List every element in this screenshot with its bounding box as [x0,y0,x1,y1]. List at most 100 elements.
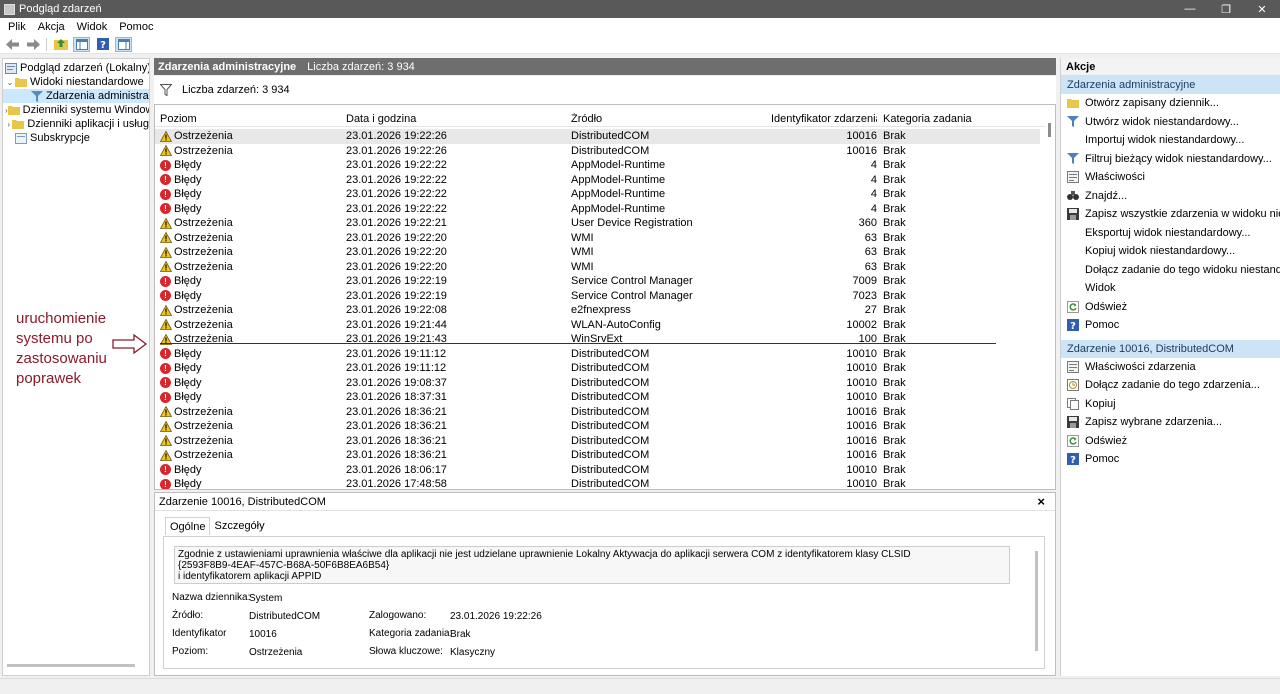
action-item[interactable]: ? Pomoc [1061,450,1280,469]
table-row[interactable]: ! Błędy 23.01.2026 19:22:22 AppModel-Runtim… [155,187,1040,202]
action-item[interactable]: Zapisz wszystkie zdarzenia w widoku nies… [1061,205,1280,224]
menu-akcja[interactable]: Akcja [38,21,65,33]
show-hide-action-pane-icon[interactable] [115,36,132,52]
tree-horizontal-scrollbar[interactable] [7,664,135,667]
warning-icon [160,420,172,432]
cell-source: DistributedCOM [571,449,650,462]
table-row[interactable]: Ostrzeżenia 23.01.2026 19:22:20 WMI 63 Brak [155,260,1040,275]
table-row[interactable]: ! Błędy 23.01.2026 19:22:19 Service Control… [155,274,1040,289]
action-item[interactable]: ? Pomoc [1061,316,1280,335]
table-row[interactable]: Ostrzeżenia 23.01.2026 19:21:44 WLAN-AutoC… [155,318,1040,333]
table-row[interactable]: Ostrzeżenia 23.01.2026 18:36:21 Distribute… [155,419,1040,434]
show-hide-tree-icon[interactable] [73,36,90,52]
warning-icon [160,246,172,258]
tree-item-local[interactable]: Podgląd zdarzeń (Lokalny) [3,61,149,75]
event-message[interactable]: Zgodnie z ustawieniami uprawnienia właśc… [174,546,1010,584]
tab-general[interactable]: Ogólne [165,517,211,535]
action-item[interactable]: Zapisz wybrane zdarzenia... [1061,413,1280,432]
action-item[interactable]: Znajdź... [1061,187,1280,206]
table-row[interactable]: ! Błędy 23.01.2026 19:22:22 AppModel-Runtim… [155,173,1040,188]
actions-section-event[interactable]: Zdarzenie 10016, DistributedCOM [1061,339,1280,358]
cell-date: 23.01.2026 19:22:22 [346,188,447,201]
chevron-down-icon[interactable]: ⌄ [5,78,15,87]
action-item[interactable]: Odśwież [1061,298,1280,317]
table-row[interactable]: Ostrzeżenia 23.01.2026 19:22:20 WMI 63 Brak [155,245,1040,260]
help-icon: ? [1067,319,1079,332]
tab-details[interactable]: Szczegóły [210,517,268,535]
action-item[interactable]: Odśwież [1061,432,1280,451]
table-row[interactable]: ! Błędy 23.01.2026 19:22:22 AppModel-Runtim… [155,158,1040,173]
tree-item-subscriptions[interactable]: Subskrypcje [3,131,149,145]
menu-plik[interactable]: Plik [8,21,26,33]
table-row[interactable]: Ostrzeżenia 23.01.2026 19:22:20 WMI 63 Brak [155,231,1040,246]
table-row[interactable]: ! Błędy 23.01.2026 19:11:12 DistributedCOM 1… [155,361,1040,376]
column-header-event-id[interactable]: Identyfikator zdarzenia [771,113,877,125]
cell-level: ! Błędy [160,464,345,476]
cell-date: 23.01.2026 19:22:19 [346,275,447,288]
table-row[interactable]: ! Błędy 23.01.2026 17:48:58 DistributedCOM 1… [155,477,1040,489]
action-label: Znajdź... [1085,189,1128,202]
table-row[interactable]: Ostrzeżenia 23.01.2026 19:21:43 WinSrvExt 1… [155,332,1040,347]
column-header-level[interactable]: Poziom [160,113,345,125]
action-item[interactable]: Kopiuj widok niestandardowy... [1061,242,1280,261]
folder-up-icon[interactable] [52,37,69,52]
tree-item-admin-events[interactable]: Zdarzenia administracyjne [3,89,149,103]
table-row[interactable]: ! Błędy 23.01.2026 19:11:12 DistributedCOM 1… [155,347,1040,362]
action-item[interactable]: Otwórz zapisany dziennik... [1061,94,1280,113]
menu-widok[interactable]: Widok [77,21,108,33]
action-item[interactable]: Importuj widok niestandardowy... [1061,131,1280,150]
action-item[interactable]: Właściwości zdarzenia [1061,358,1280,377]
action-item[interactable]: Eksportuj widok niestandardowy... [1061,224,1280,243]
menu-pomoc[interactable]: Pomoc [119,21,153,33]
table-row[interactable]: Ostrzeżenia 23.01.2026 19:22:21 User Devic… [155,216,1040,231]
table-row[interactable]: Ostrzeżenia 23.01.2026 19:22:08 e2fnexpres… [155,303,1040,318]
warning-icon [160,261,172,273]
help-icon[interactable]: ? [94,37,111,52]
action-item[interactable]: Właściwości [1061,168,1280,187]
action-item[interactable]: Dołącz zadanie do tego widoku niestandar… [1061,261,1280,280]
actions-section-view[interactable]: Zdarzenia administracyjne [1061,76,1280,94]
table-row[interactable]: Ostrzeżenia 23.01.2026 18:36:21 Distribute… [155,405,1040,420]
folder-icon [1067,97,1079,109]
close-icon[interactable]: × [1037,494,1045,509]
maximize-button[interactable]: ❐ [1208,0,1244,18]
minimize-button[interactable]: — [1172,0,1208,18]
action-item[interactable]: Widok [1061,279,1280,298]
actions-list-view: Otwórz zapisany dziennik... Utwórz widok … [1061,94,1280,335]
table-row[interactable]: ! Błędy 23.01.2026 18:06:17 DistributedCOM 1… [155,463,1040,478]
table-row[interactable]: ! Błędy 23.01.2026 18:37:31 DistributedCOM 1… [155,390,1040,405]
table-row[interactable]: ! Błędy 23.01.2026 19:22:22 AppModel-Runtim… [155,202,1040,217]
action-item[interactable]: Filtruj bieżący widok niestandardowy... [1061,150,1280,169]
table-row[interactable]: ! Błędy 23.01.2026 19:22:19 Service Control… [155,289,1040,304]
level-text: Błędy [174,289,202,302]
tree-item-app-logs[interactable]: › Dzienniki aplikacji i usług [3,117,149,131]
cell-event-id: 4 [870,173,877,186]
chevron-right-icon[interactable]: › [5,120,12,129]
warning-icon [160,435,172,447]
detail-vertical-scrollbar[interactable] [1035,551,1038,651]
cell-source: AppModel-Runtime [571,188,666,201]
column-header-date[interactable]: Data i godzina [346,113,570,125]
action-label: Dołącz zadanie do tego zdarzenia... [1085,379,1260,392]
table-row[interactable]: Ostrzeżenia 23.01.2026 19:22:26 Distribute… [155,144,1040,159]
tree-item-windows-logs[interactable]: › Dzienniki systemu Windows [3,103,149,117]
table-row[interactable]: Ostrzeżenia 23.01.2026 18:36:21 Distribute… [155,448,1040,463]
close-window-button[interactable]: ✕ [1244,0,1280,18]
back-arrow-icon[interactable] [4,37,21,52]
action-item[interactable]: Dołącz zadanie do tego zdarzenia... [1061,376,1280,395]
action-item[interactable]: Kopiuj [1061,395,1280,414]
forward-arrow-icon[interactable] [25,37,42,52]
column-header-source[interactable]: Źródło [571,113,771,125]
level-text: Ostrzeżenia [174,405,233,418]
action-item[interactable]: Utwórz widok niestandardowy... [1061,113,1280,132]
table-vertical-scrollbar[interactable] [1048,123,1051,137]
cell-event-id: 10016 [846,420,877,433]
cell-event-id: 4 [870,188,877,201]
table-row[interactable]: Ostrzeżenia 23.01.2026 18:36:21 Distribute… [155,434,1040,449]
column-header-category[interactable]: Kategoria zadania [883,113,1033,125]
action-label: Odśwież [1085,434,1128,447]
tree-item-custom-views[interactable]: ⌄ Widoki niestandardowe [3,75,149,89]
cell-source: DistributedCOM [571,144,650,157]
table-row[interactable]: Ostrzeżenia 23.01.2026 19:22:26 Distribute… [155,129,1040,144]
table-row[interactable]: ! Błędy 23.01.2026 19:08:37 DistributedCOM 1… [155,376,1040,391]
